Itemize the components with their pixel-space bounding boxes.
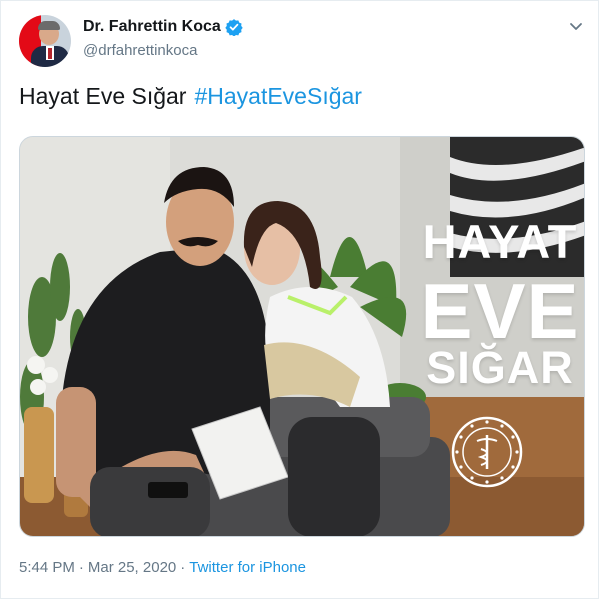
tweet-media-photo[interactable]: HAYAT EVE SIĞAR: [19, 136, 585, 537]
tweet-card: Dr. Fahrettin Koca @drfahrettinkoca Haya…: [0, 0, 599, 599]
overlay-text-line2: EVE: [420, 267, 580, 355]
overlay-text-line3: SIĞAR: [426, 342, 574, 393]
display-name[interactable]: Dr. Fahrettin Koca: [83, 17, 221, 37]
tweet-time[interactable]: 5:44 PM: [19, 559, 75, 576]
avatar-hair: [38, 21, 60, 30]
tweet-date[interactable]: Mar 25, 2020: [88, 559, 176, 576]
hashtag-link[interactable]: #HayatEveSığar: [194, 83, 361, 109]
avatar-tie: [48, 48, 52, 59]
user-handle[interactable]: @drfahrettinkoca: [83, 41, 197, 61]
ministry-of-health-seal-icon: [451, 416, 523, 488]
meta-separator: ·: [180, 559, 186, 576]
chevron-down-icon[interactable]: [568, 18, 584, 34]
tweet-source-link[interactable]: Twitter for iPhone: [189, 559, 306, 576]
tweet-body: Hayat Eve Sığar: [19, 83, 187, 109]
avatar[interactable]: [19, 15, 71, 67]
verified-badge-icon: [225, 19, 243, 36]
meta-separator: ·: [78, 559, 84, 576]
tweet-meta: 5:44 PM · Mar 25, 2020 · Twitter for iPhone: [19, 558, 306, 578]
tweet-text: Hayat Eve Sığar #HayatEveSığar: [19, 82, 362, 110]
overlay-text-line1: HAYAT: [422, 215, 578, 268]
